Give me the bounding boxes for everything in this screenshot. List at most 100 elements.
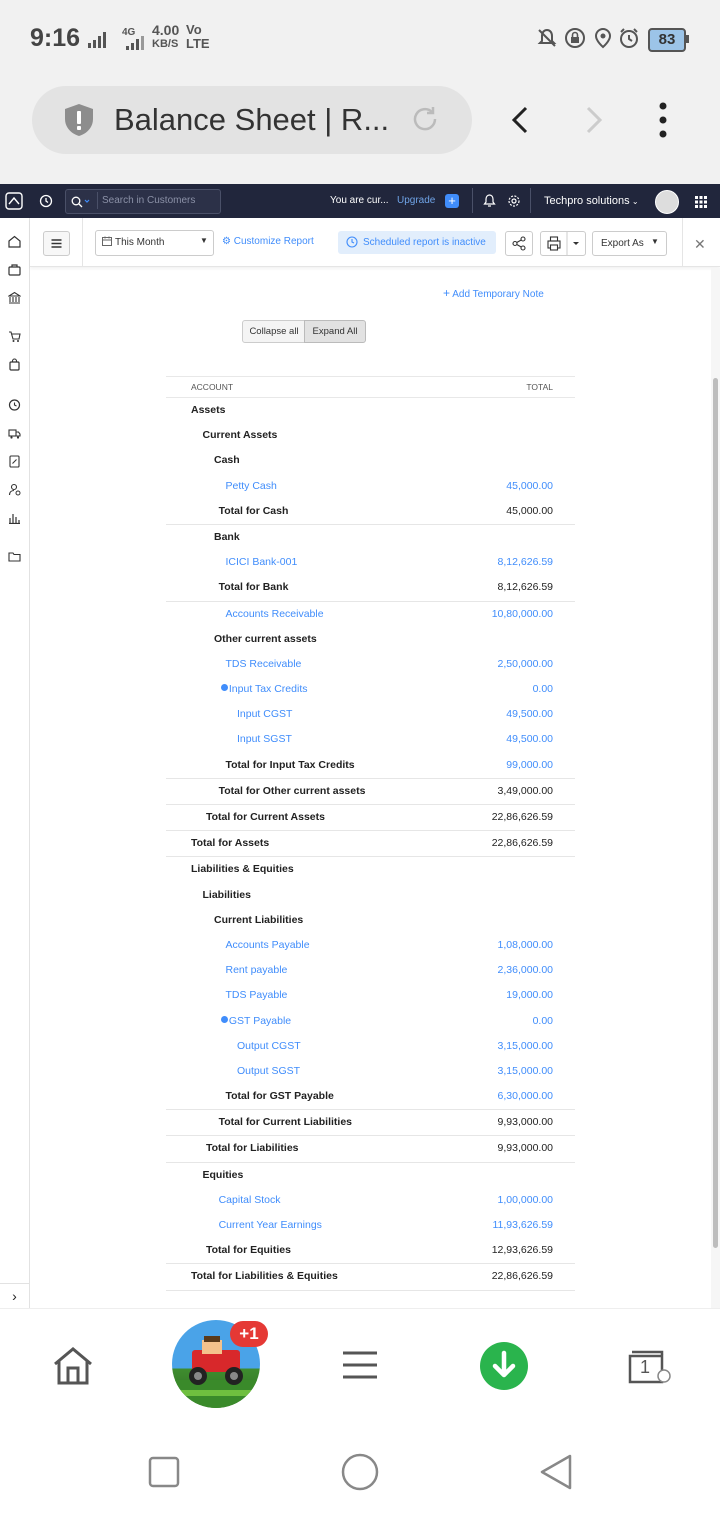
scheduled-report-button[interactable]: Scheduled report is inactive [338,231,496,254]
close-icon[interactable]: ✕ [694,236,706,253]
notification-bell-icon[interactable] [483,194,496,213]
account-row[interactable]: Input Tax Credits 0.00 [166,677,575,702]
collapse-minus-icon[interactable] [220,684,228,692]
share-button[interactable] [505,231,533,256]
accountant-icon[interactable] [8,483,21,501]
amount-value[interactable]: 1,00,000.00 [498,1194,553,1206]
banking-icon[interactable] [7,291,22,309]
account-row[interactable]: Accounts Receivable 10,80,000.00 [166,602,575,627]
ewaybill-truck-icon[interactable] [8,427,21,445]
amount-value[interactable]: 0.00 [533,683,553,695]
account-label[interactable]: Output SGST [237,1065,300,1077]
print-button[interactable] [540,231,586,256]
account-row[interactable]: Output SGST 3,15,000.00 [166,1059,575,1084]
total-row[interactable]: Total for GST Payable 6,30,000.00 [166,1084,575,1111]
back-icon[interactable] [506,100,536,140]
amount-value[interactable]: 2,36,000.00 [498,964,553,976]
reports-chart-icon[interactable] [8,511,21,529]
search-icon[interactable] [71,195,91,213]
download-button[interactable] [480,1342,528,1390]
account-row[interactable]: Capital Stock 1,00,000.00 [166,1188,575,1213]
amount-value[interactable]: 2,50,000.00 [498,658,553,670]
account-label[interactable]: TDS Receivable [226,658,302,670]
customize-report-link[interactable]: ⚙ Customize Report [222,236,314,247]
report-menu-button[interactable] [43,231,70,256]
account-label[interactable]: Input Tax Credits [220,683,308,695]
more-icon[interactable] [650,100,676,140]
account-label[interactable]: TDS Payable [226,989,288,1001]
sidebar-expand-icon[interactable]: › [0,1283,29,1308]
amount-value[interactable]: 99,000.00 [506,759,553,771]
app-grid-icon[interactable] [695,195,707,213]
amount-value[interactable]: 10,80,000.00 [492,608,553,620]
account-row[interactable]: TDS Payable 19,000.00 [166,983,575,1008]
back-triangle-icon[interactable] [538,1453,574,1496]
account-label[interactable]: Accounts Receivable [226,608,324,620]
amount-value[interactable]: 45,000.00 [506,480,553,492]
account-row[interactable]: Petty Cash 45,000.00 [166,474,575,499]
organization-switcher[interactable]: Techpro solutions ⌄ [544,195,639,207]
time-tracking-icon[interactable] [8,398,21,416]
period-select[interactable]: This Month ▼ [95,230,214,256]
account-row[interactable]: GST Payable 0.00 [166,1009,575,1034]
account-label[interactable]: Input SGST [237,733,292,745]
scrollbar-thumb[interactable] [713,378,718,1248]
account-row[interactable]: Accounts Payable 1,08,000.00 [166,933,575,958]
amount-value[interactable]: 3,15,000.00 [498,1065,553,1077]
tabs-icon[interactable] [628,1348,674,1389]
amount-value[interactable]: 49,500.00 [506,733,553,745]
account-label[interactable]: GST Payable [220,1015,291,1027]
account-row[interactable]: Input SGST 49,500.00 [166,727,575,752]
account-row[interactable]: Rent payable 2,36,000.00 [166,958,575,983]
account-label[interactable]: ICICI Bank-001 [226,556,298,568]
documents-folder-icon[interactable] [8,550,21,568]
recent-history-icon[interactable] [39,194,53,213]
reload-icon[interactable] [410,104,440,134]
menu-icon[interactable] [342,1350,378,1385]
avatar[interactable] [655,190,679,214]
account-label[interactable]: Capital Stock [219,1194,281,1206]
page-title[interactable]: Balance Sheet | R... [114,102,389,138]
expand-all-button[interactable]: Expand All [304,320,366,343]
amount-value[interactable]: 49,500.00 [506,708,553,720]
collapse-minus-icon[interactable] [220,1015,228,1023]
purchases-bag-icon[interactable] [8,358,21,376]
app-logo-icon[interactable] [5,192,23,215]
account-label[interactable]: Output CGST [237,1040,301,1052]
account-row[interactable]: Input CGST 49,500.00 [166,702,575,727]
items-icon[interactable] [8,263,21,281]
amount-value[interactable]: 0.00 [533,1015,553,1027]
sales-cart-icon[interactable] [8,330,21,348]
account-row[interactable]: TDS Receivable 2,50,000.00 [166,652,575,677]
account-row[interactable]: ICICI Bank-001 8,12,626.59 [166,550,575,575]
account-label: Total for Bank [219,581,289,593]
search-placeholder[interactable]: Search in Customers [102,195,195,206]
amount-value[interactable]: 1,08,000.00 [498,939,553,951]
forward-icon[interactable] [578,100,608,140]
account-label[interactable]: Rent payable [226,964,288,976]
account-label[interactable]: Petty Cash [226,480,277,492]
account-label[interactable]: Current Year Earnings [219,1219,322,1231]
export-as-button[interactable]: Export As ▼ [592,231,667,256]
amount-value[interactable]: 6,30,000.00 [498,1090,553,1102]
home-circle-icon[interactable] [340,1452,380,1497]
settings-gear-icon[interactable] [507,194,521,213]
amount-value[interactable]: 3,15,000.00 [498,1040,553,1052]
account-row[interactable]: Output CGST 3,15,000.00 [166,1034,575,1059]
gst-filing-icon[interactable] [8,455,21,473]
add-temporary-note-link[interactable]: + Add Temporary Note [443,286,544,300]
home-icon[interactable] [8,235,21,253]
collapse-all-button[interactable]: Collapse all [242,320,306,343]
home-icon[interactable] [52,1346,94,1391]
account-label[interactable]: Input CGST [237,708,292,720]
amount-value[interactable]: 8,12,626.59 [498,556,553,568]
account-label[interactable]: Accounts Payable [226,939,310,951]
shield-icon[interactable] [62,102,96,138]
recents-square-icon[interactable] [148,1456,180,1493]
upgrade-link[interactable]: Upgrade [397,195,435,206]
quick-create-button[interactable]: + [445,194,459,208]
amount-value[interactable]: 11,93,626.59 [492,1219,553,1231]
account-row[interactable]: Current Year Earnings 11,93,626.59 [166,1213,575,1238]
amount-value[interactable]: 19,000.00 [506,989,553,1001]
total-row[interactable]: Total for Input Tax Credits 99,000.00 [166,753,575,779]
